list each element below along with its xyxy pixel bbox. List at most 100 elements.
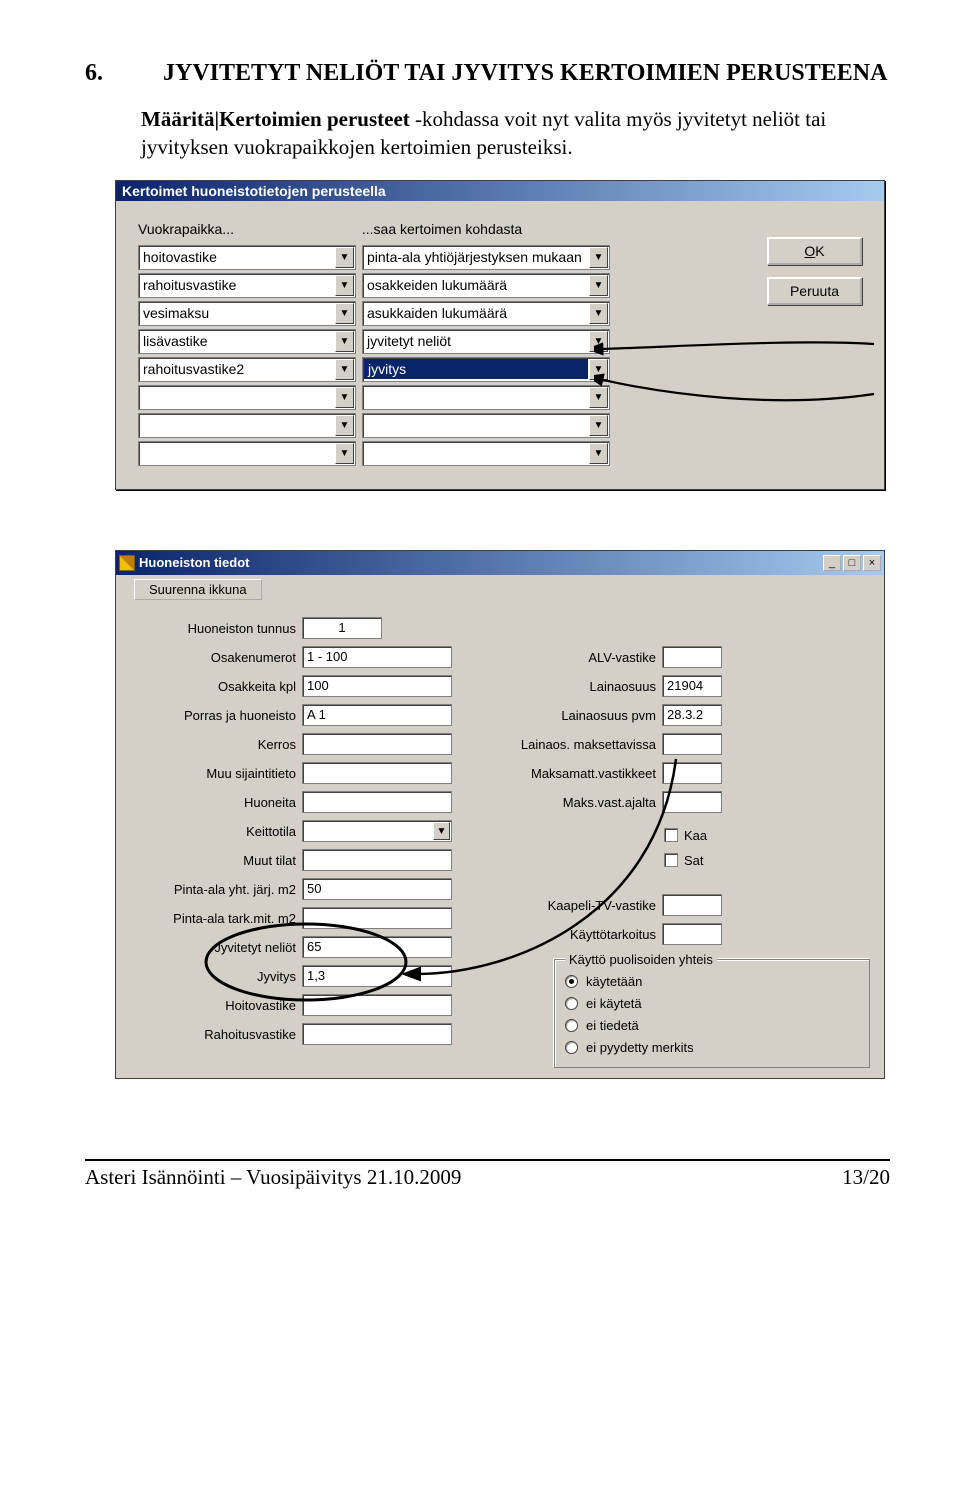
label-muuttilat: Muut tilat [134, 853, 302, 868]
suurenna-button[interactable]: Suurenna ikkuna [134, 579, 262, 600]
input-maksajalta[interactable] [662, 791, 722, 813]
minimize-button[interactable]: _ [823, 555, 841, 571]
combo-kerroin-2[interactable]: asukkaiden lukumäärä▼ [362, 301, 610, 326]
chevron-down-icon: ▼ [589, 247, 608, 268]
app-icon [119, 555, 135, 571]
input-lainapvm[interactable]: 28.3.2 [662, 704, 722, 726]
input-alv[interactable] [662, 646, 722, 668]
chevron-down-icon: ▼ [589, 415, 608, 436]
footer-right: 13/20 [842, 1165, 890, 1190]
kertoimet-dialog: Kertoimet huoneistotietojen perusteella … [115, 180, 885, 490]
input-jyvneliot[interactable]: 65 [302, 936, 452, 958]
combo-kerroin-0[interactable]: pinta-ala yhtiöjärjestyksen mukaan▼ [362, 245, 610, 270]
input-huoneita[interactable] [302, 791, 452, 813]
chevron-down-icon: ▼ [335, 247, 354, 268]
combo-kerroin-6[interactable]: ▼ [362, 413, 610, 438]
huoneiston-tiedot-dialog: Huoneiston tiedot _ □ × Suurenna ikkuna … [115, 550, 885, 1079]
input-lainaosuus[interactable]: 21904 [662, 675, 722, 697]
footer-divider [85, 1159, 890, 1161]
cancel-button[interactable]: Peruuta [767, 277, 862, 305]
ok-button[interactable]: OK [767, 237, 862, 265]
section-number: 6. [85, 60, 103, 86]
combo-kerroin-1[interactable]: osakkeiden lukumäärä▼ [362, 273, 610, 298]
chevron-down-icon: ▼ [589, 443, 608, 464]
label-maksettavissa: Lainaos. maksettavissa [504, 737, 662, 752]
input-kayttotarkoitus[interactable] [662, 923, 722, 945]
label-maksamatt: Maksamatt.vastikkeet [504, 766, 662, 781]
chevron-down-icon: ▼ [433, 822, 450, 840]
input-pintayht[interactable]: 50 [302, 878, 452, 900]
col-label-kerroin: ...saa kertoimen kohdasta [362, 221, 522, 237]
chevron-down-icon: ▼ [335, 359, 354, 380]
col-label-vuokrapaikka: Vuokrapaikka... [138, 221, 358, 237]
close-button[interactable]: × [863, 555, 881, 571]
label-hoitovastike: Hoitovastike [134, 998, 302, 1013]
label-porras: Porras ja huoneisto [134, 708, 302, 723]
combo-vuokrapaikka-6[interactable]: ▼ [138, 413, 356, 438]
combo-vuokrapaikka-4[interactable]: rahoitusvastike2▼ [138, 357, 356, 382]
footer-left: Asteri Isännöinti – Vuosipäivitys 21.10.… [85, 1165, 461, 1190]
combo-vuokrapaikka-0[interactable]: hoitovastike▼ [138, 245, 356, 270]
radio-kaytetaan[interactable]: käytetään [565, 971, 861, 993]
radio-ei-pyydetty[interactable]: ei pyydetty merkits [565, 1037, 861, 1059]
input-maksamatt[interactable] [662, 762, 722, 784]
label-lainaosuus: Lainaosuus [504, 679, 662, 694]
combo-vuokrapaikka-1[interactable]: rahoitusvastike▼ [138, 273, 356, 298]
combo-kerroin-3[interactable]: jyvitetyt neliöt▼ [362, 329, 610, 354]
group-title: Käyttö puolisoiden yhteis [565, 952, 717, 967]
dialog-title: Kertoimet huoneistotietojen perusteella [116, 181, 884, 201]
input-kaapeli[interactable] [662, 894, 722, 916]
combo-kerroin-5[interactable]: ▼ [362, 385, 610, 410]
input-tunnus[interactable]: 1 [302, 617, 382, 639]
combo-kerroin-4[interactable]: jyvitys▼ [362, 357, 610, 382]
radio-ei-kayteta[interactable]: ei käytetä [565, 993, 861, 1015]
input-porras[interactable]: A 1 [302, 704, 452, 726]
input-sijainti[interactable] [302, 762, 452, 784]
label-sijainti: Muu sijaintitieto [134, 766, 302, 781]
chevron-down-icon: ▼ [589, 275, 608, 296]
combo-kerroin-7[interactable]: ▼ [362, 441, 610, 466]
input-maksettavissa[interactable] [662, 733, 722, 755]
label-osakekpl: Osakkeita kpl [134, 679, 302, 694]
input-hoitovastike[interactable] [302, 994, 452, 1016]
label-lainapvm: Lainaosuus pvm [504, 708, 662, 723]
intro-paragraph: Määritä|Kertoimien perusteet -kohdassa v… [141, 105, 890, 162]
chevron-down-icon: ▼ [335, 443, 354, 464]
menu-path-bold: Määritä|Kertoimien perusteet [141, 107, 410, 131]
chevron-down-icon: ▼ [335, 303, 354, 324]
label-tunnus: Huoneiston tunnus [134, 621, 302, 636]
input-osakekpl[interactable]: 100 [302, 675, 452, 697]
input-muuttilat[interactable] [302, 849, 452, 871]
combo-vuokrapaikka-7[interactable]: ▼ [138, 441, 356, 466]
label-jyvitys: Jyvitys [134, 969, 302, 984]
checkbox-kaa[interactable]: Kaa [664, 823, 707, 848]
label-pintatark: Pinta-ala tark.mit. m2 [134, 911, 302, 926]
label-maksajalta: Maks.vast.ajalta [504, 795, 662, 810]
combo-vuokrapaikka-3[interactable]: lisävastike▼ [138, 329, 356, 354]
maximize-button[interactable]: □ [843, 555, 861, 571]
label-alv: ALV-vastike [504, 650, 662, 665]
checkbox-sat[interactable]: Sat [664, 848, 704, 873]
chevron-down-icon: ▼ [589, 303, 608, 324]
dialog2-title: Huoneiston tiedot [139, 555, 821, 570]
label-kaapeli: Kaapeli-TV-vastike [504, 898, 662, 913]
radio-ei-tiedeta[interactable]: ei tiedetä [565, 1015, 861, 1037]
label-osakenumerot: Osakenumerot [134, 650, 302, 665]
chevron-down-icon: ▼ [335, 275, 354, 296]
input-kerros[interactable] [302, 733, 452, 755]
chevron-down-icon: ▼ [589, 387, 608, 408]
chevron-down-icon: ▼ [335, 415, 354, 436]
input-pintatark[interactable] [302, 907, 452, 929]
label-huoneita: Huoneita [134, 795, 302, 810]
combo-keittotila[interactable]: ▼ [302, 820, 452, 842]
label-pintayht: Pinta-ala yht. järj. m2 [134, 882, 302, 897]
combo-vuokrapaikka-2[interactable]: vesimaksu▼ [138, 301, 356, 326]
input-jyvitys[interactable]: 1,3 [302, 965, 452, 987]
combo-vuokrapaikka-5[interactable]: ▼ [138, 385, 356, 410]
label-keittotila: Keittotila [134, 824, 302, 839]
input-osakenumerot[interactable]: 1 - 100 [302, 646, 452, 668]
input-rahoitusvastike[interactable] [302, 1023, 452, 1045]
radio-group-kaytto: Käyttö puolisoiden yhteis käytetään ei k… [554, 959, 870, 1068]
section-title: JYVITETYT NELIÖT TAI JYVITYS KERTOIMIEN … [163, 60, 887, 86]
label-rahoitusvastike: Rahoitusvastike [134, 1027, 302, 1042]
